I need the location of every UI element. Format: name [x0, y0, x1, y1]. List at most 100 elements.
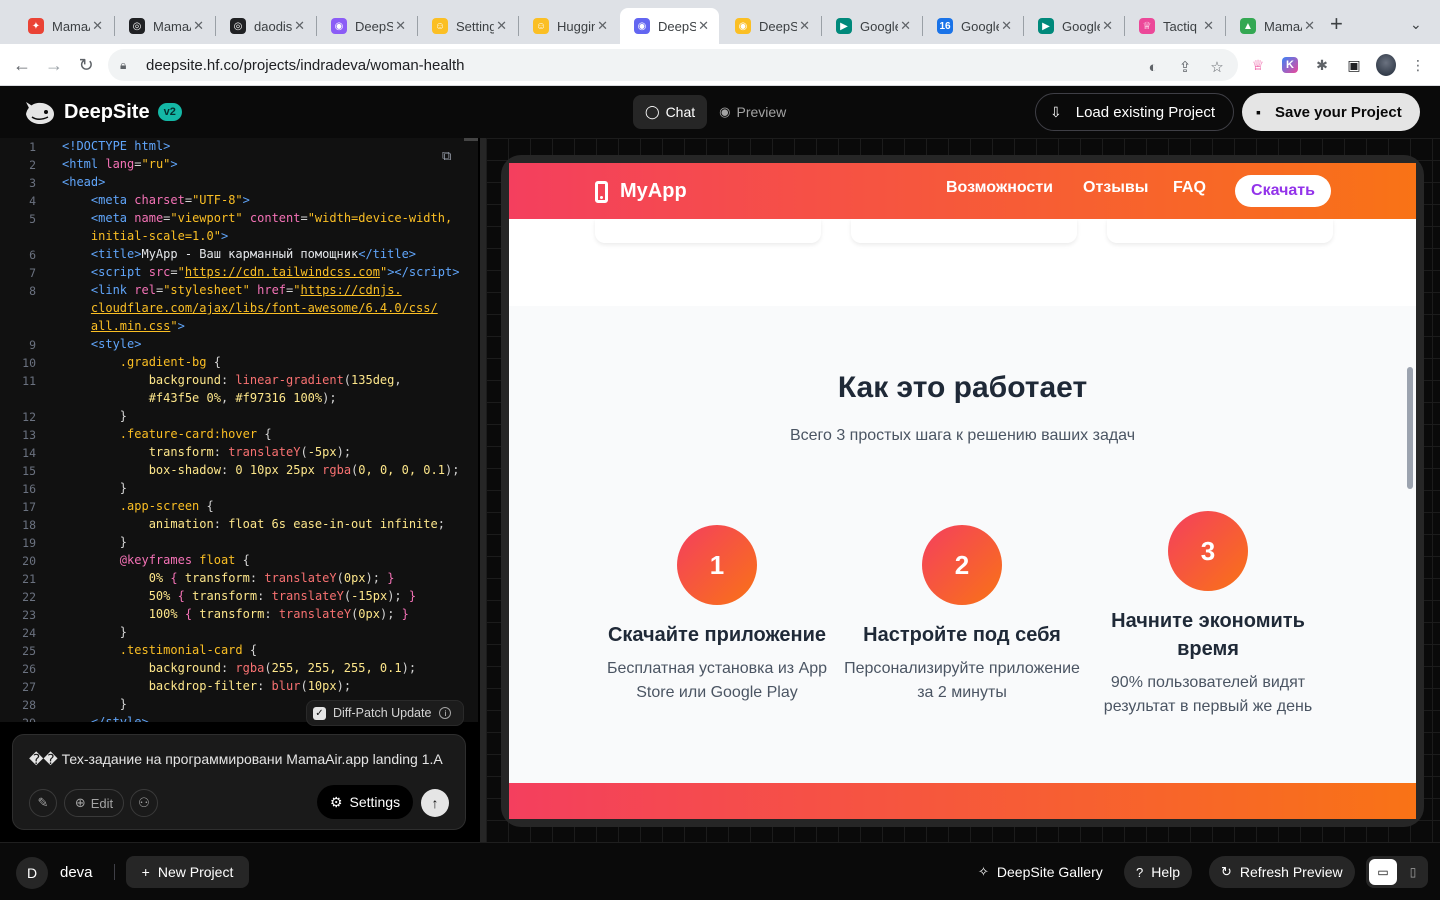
version-badge: v2 — [157, 103, 182, 121]
redesign-brush-button[interactable]: ✎ — [29, 789, 57, 817]
browser-menu-icon[interactable]: ⋮ — [1408, 55, 1428, 75]
copy-code-icon[interactable]: ⧉ — [442, 148, 458, 164]
tab-close-icon[interactable]: ✕ — [92, 18, 103, 34]
code-line: 0% { transform: translateY(0px); } — [148, 571, 395, 585]
new-tab-button[interactable]: + — [1330, 13, 1343, 35]
tab-title: DeepSite — [759, 18, 797, 34]
step-number-badge: 3 — [1168, 511, 1248, 591]
user-plus-icon: ⚇ — [138, 795, 150, 810]
browser-tab[interactable]: ▶ Google Meet✕ — [822, 8, 921, 44]
extensions-puzzle-icon[interactable]: ✱ — [1312, 55, 1332, 75]
browser-tab[interactable]: ♕ Tactiq ✕ — [1125, 8, 1224, 44]
line-number: 5 — [29, 212, 36, 226]
chat-tab[interactable]: ◯ Chat — [633, 95, 708, 129]
browser-tab[interactable]: ▲ MamaAir✕ — [1226, 8, 1325, 44]
preview-scrollbar[interactable] — [1407, 367, 1413, 489]
browser-tab[interactable]: ☺ Hugging✕ — [519, 8, 618, 44]
load-project-button[interactable]: ⇩ Load existing Project — [1035, 93, 1234, 131]
gallery-button[interactable]: ✧ DeepSite Gallery — [966, 856, 1115, 888]
code-editor[interactable]: 1 2 3 4 5 6 7 8 9 10 11 12 13 14 15 16 17 18 19 20 21 22 23 24 2… — [0, 138, 478, 722]
save-project-button[interactable]: ▪ Save your Project — [1242, 93, 1420, 131]
browser-tab[interactable]: 16 Google Calendar✕ — [923, 8, 1022, 44]
preview-tab-label: Preview — [736, 104, 787, 120]
tab-search-chevron-icon[interactable]: ⌄ — [1410, 16, 1422, 33]
new-project-button[interactable]: + New Project — [126, 856, 249, 888]
tab-close-icon[interactable]: ✕ — [698, 18, 709, 34]
nav-link-reviews[interactable]: Отзывы — [1083, 179, 1148, 197]
line-number: 3 — [29, 176, 36, 190]
browser-tab[interactable]: ▶ Google Meet✕ — [1024, 8, 1123, 44]
tab-close-icon[interactable]: ✕ — [597, 18, 608, 34]
prompt-input[interactable]: �� Тех-задание на программировани MamaAi… — [29, 751, 453, 768]
tab-close-icon[interactable]: ✕ — [193, 18, 204, 34]
send-button[interactable]: ↑ — [421, 789, 449, 817]
editor-scrollbar[interactable] — [464, 138, 478, 141]
mobile-view-icon[interactable]: ▯ — [1400, 859, 1426, 885]
refresh-preview-button[interactable]: ↻ Refresh Preview — [1209, 856, 1355, 888]
invite-user-button[interactable]: ⚇ — [130, 789, 158, 817]
tab-close-icon[interactable]: ✕ — [1203, 18, 1214, 34]
tab-close-icon[interactable]: ✕ — [900, 18, 911, 34]
browser-tab[interactable]: ◉ DeepSite✕ — [620, 8, 719, 44]
paintbrush-icon: ✎ — [37, 795, 49, 810]
deepsite-logo[interactable]: DeepSite v2 — [24, 98, 182, 126]
browser-tab[interactable]: ◎ daodis ✕ — [216, 8, 315, 44]
device-toggle: ▭ ▯ — [1366, 856, 1428, 888]
address-bar[interactable]: 🔒︎ deepsite.hf.co/projects/indradeva/wom… — [108, 49, 1238, 81]
nav-link-faq[interactable]: FAQ — [1173, 179, 1206, 197]
tab-close-icon[interactable]: ✕ — [294, 18, 305, 34]
tab-title: Settings — [456, 18, 494, 34]
tab-close-icon[interactable]: ✕ — [496, 18, 507, 34]
code-line: } — [119, 625, 128, 639]
user-avatar[interactable]: D — [16, 857, 48, 889]
browser-tab[interactable]: ◎ MamaAir✕ — [115, 8, 214, 44]
diff-patch-toggle[interactable]: ✓ Diff-Patch Update i — [306, 700, 464, 726]
line-number: 25 — [22, 644, 36, 658]
checkbox-checked-icon[interactable]: ✓ — [313, 706, 326, 720]
username[interactable]: deva — [60, 864, 93, 881]
reload-icon[interactable]: ↻ — [74, 53, 98, 77]
forward-arrow-icon[interactable]: → — [42, 53, 66, 77]
preview-tab[interactable]: ◉ Preview — [707, 95, 798, 129]
preview-iframe[interactable]: MyApp Возможности Отзывы FAQ Скачать Как… — [509, 163, 1416, 819]
profile-avatar[interactable] — [1376, 54, 1396, 76]
tab-close-icon[interactable]: ✕ — [799, 18, 810, 34]
site-brand[interactable]: MyApp — [595, 180, 687, 203]
edit-button[interactable]: ⊕ Edit — [64, 789, 124, 817]
code-line: </style> — [90, 715, 149, 722]
nav-link-features[interactable]: Возможности — [946, 179, 1053, 197]
sparkle-icon: ✧ — [978, 864, 989, 879]
step-description: 90% пользователей видят результат в перв… — [1103, 674, 1313, 715]
share-icon[interactable]: ⇪ — [1176, 58, 1194, 76]
code-line: <html lang="ru"> — [62, 157, 178, 171]
crosshair-icon: ⊕ — [74, 795, 86, 810]
step-number-badge: 1 — [677, 525, 757, 605]
help-button[interactable]: ? Help — [1124, 856, 1193, 888]
code-line: 50% { transform: translateY(-15px); } — [148, 589, 417, 603]
side-panel-icon[interactable]: ▣ — [1344, 55, 1364, 75]
tab-favicon-icon: ◉ — [735, 18, 751, 34]
tab-favicon-icon: ◉ — [331, 18, 347, 34]
k-extension-icon[interactable]: K — [1280, 55, 1300, 75]
code-line: @keyframes float { — [119, 553, 250, 567]
line-number: 15 — [22, 464, 36, 478]
browser-toolbar: ← → ↻ 🔒︎ deepsite.hf.co/projects/indrade… — [0, 44, 1440, 86]
settings-button[interactable]: ⚙ Settings — [317, 785, 413, 819]
cast-icon[interactable]: ◐ — [1144, 58, 1162, 76]
tactiq-extension-icon[interactable]: ♕ — [1248, 55, 1268, 75]
tab-close-icon[interactable]: ✕ — [1304, 18, 1315, 34]
browser-tab[interactable]: ✦ MamaAir✕ — [14, 8, 113, 44]
browser-tab[interactable]: ☺ Settings✕ — [418, 8, 517, 44]
tab-close-icon[interactable]: ✕ — [1001, 18, 1012, 34]
bookmark-star-icon[interactable]: ☆ — [1208, 58, 1226, 76]
tab-close-icon[interactable]: ✕ — [1102, 18, 1113, 34]
step-title: Начните экономить время — [1111, 610, 1305, 660]
browser-tab[interactable]: ◉ DeepSite✕ — [721, 8, 820, 44]
browser-tab[interactable]: ◉ DeepSite✕ — [317, 8, 416, 44]
desktop-view-icon[interactable]: ▭ — [1369, 859, 1397, 885]
back-arrow-icon[interactable]: ← — [10, 53, 34, 77]
address-url[interactable]: deepsite.hf.co/projects/indradeva/woman-… — [146, 57, 465, 74]
tab-close-icon[interactable]: ✕ — [395, 18, 406, 34]
info-icon[interactable]: i — [439, 707, 452, 719]
download-button[interactable]: Скачать — [1235, 175, 1331, 207]
